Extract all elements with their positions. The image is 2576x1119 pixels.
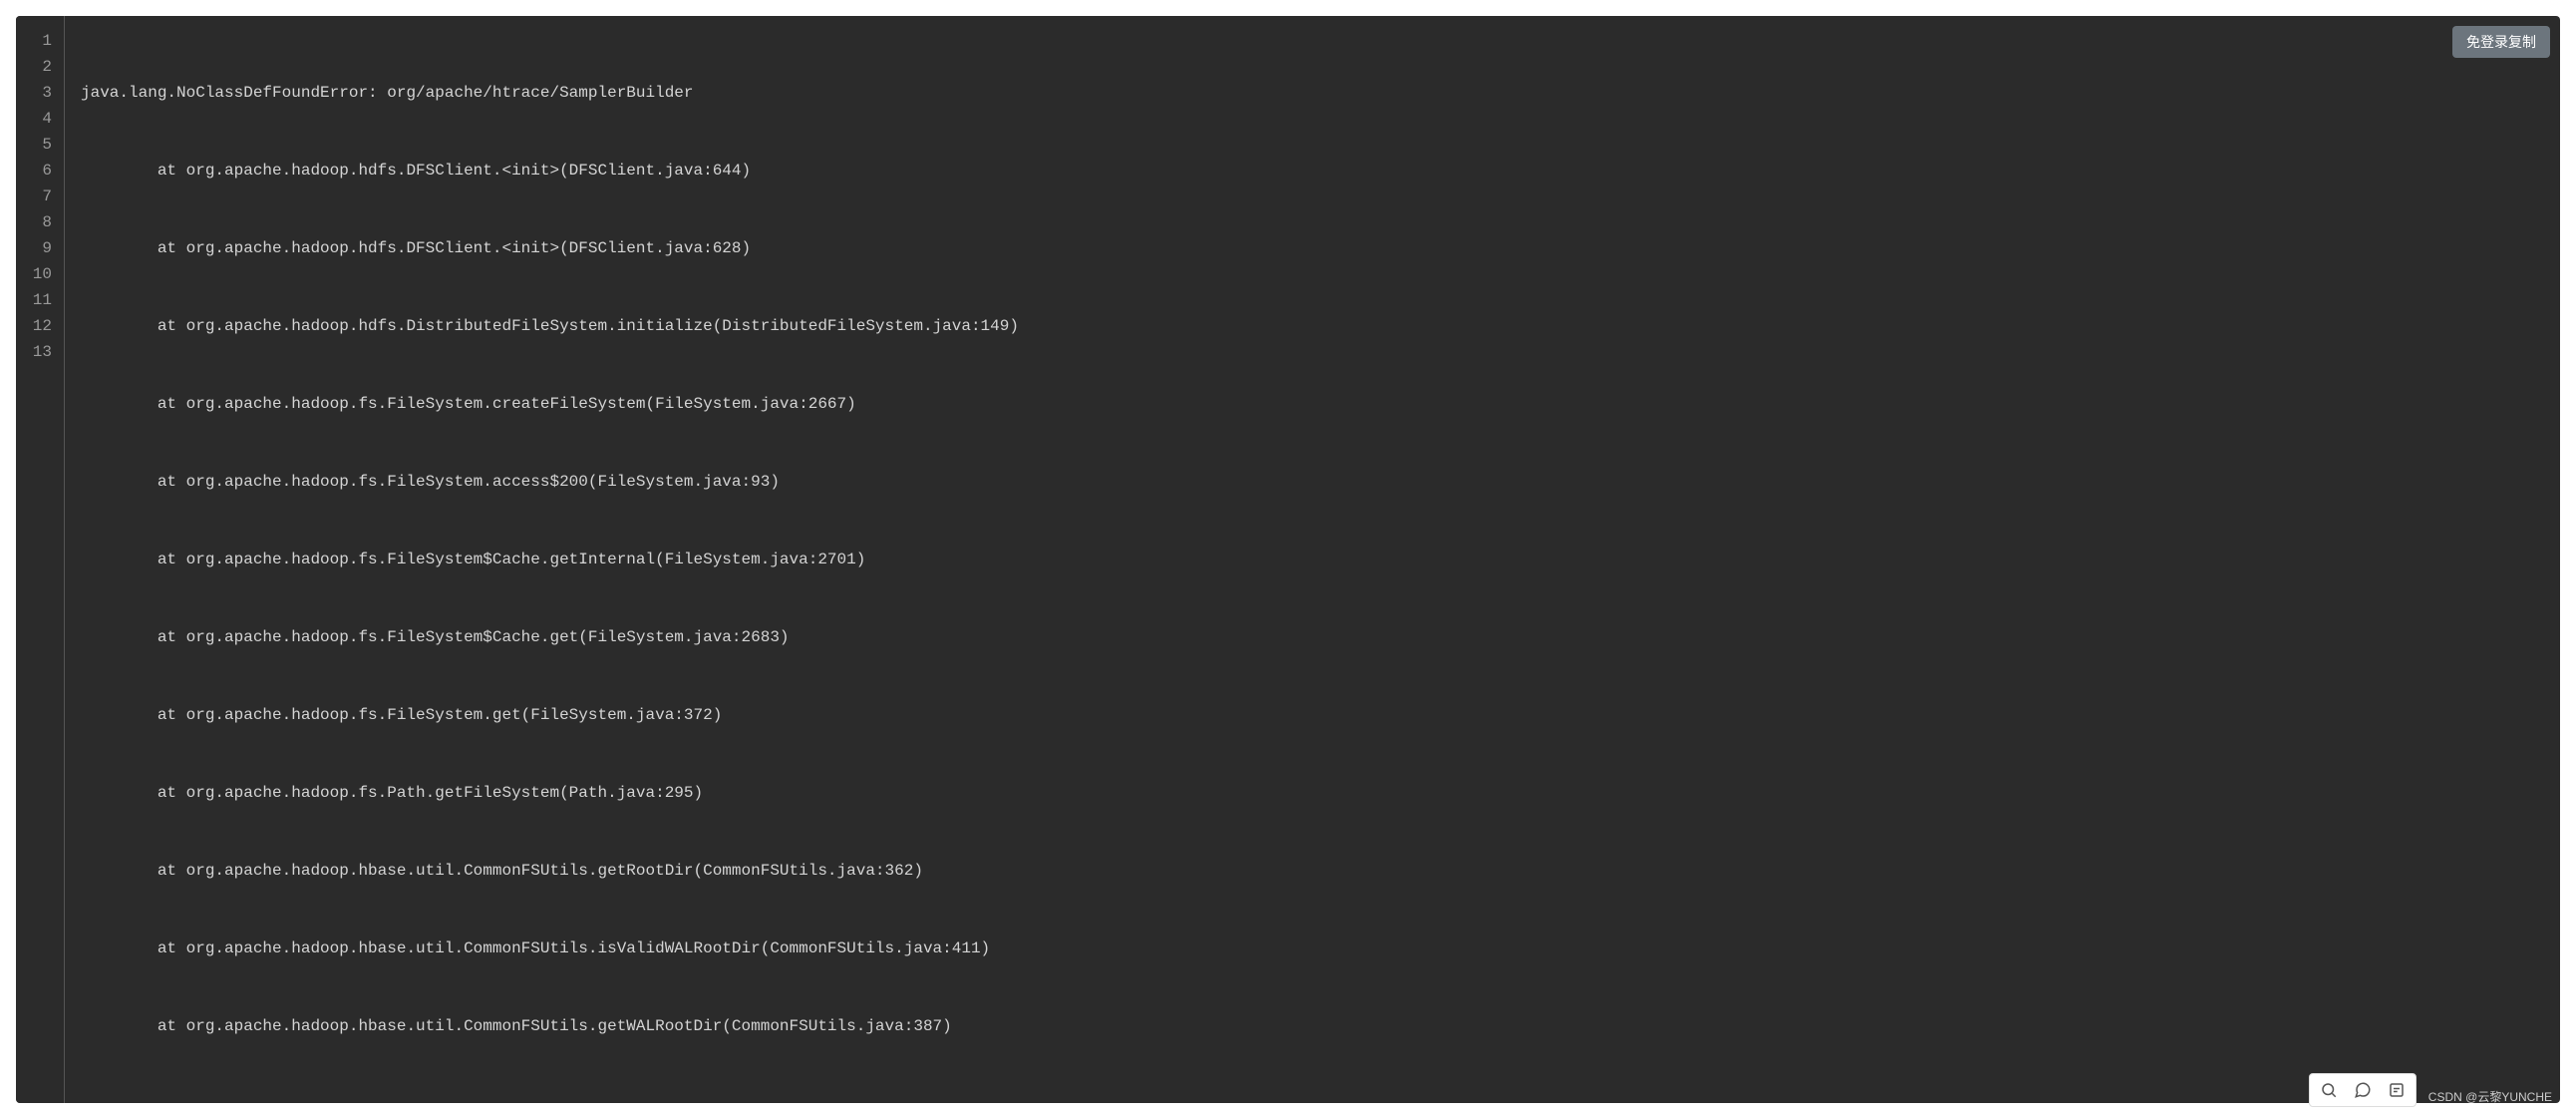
comment-icon[interactable] xyxy=(2346,1076,2380,1104)
code-line: at org.apache.hadoop.hdfs.DFSClient.<ini… xyxy=(81,158,2544,184)
code-line: at org.apache.hadoop.fs.FileSystem$Cache… xyxy=(81,547,2544,572)
note-icon[interactable] xyxy=(2380,1076,2414,1104)
code-block: 免登录复制 1 2 3 4 5 6 7 8 9 10 11 12 13 java… xyxy=(16,16,2560,1103)
code-line: at org.apache.hadoop.hbase.util.CommonFS… xyxy=(81,935,2544,961)
code-line: at org.apache.hadoop.hdfs.DFSClient.<ini… xyxy=(81,235,2544,261)
line-number: 1 xyxy=(32,28,52,54)
line-number: 6 xyxy=(32,158,52,184)
watermark: CSDN @云黎YUNCHE xyxy=(2428,1088,2552,1105)
copy-button[interactable]: 免登录复制 xyxy=(2452,26,2550,58)
code-line: at org.apache.hadoop.fs.Path.getFileSyst… xyxy=(81,780,2544,806)
code-line: at org.apache.hadoop.fs.FileSystem$Cache… xyxy=(81,624,2544,650)
code-line: at org.apache.hadoop.hbase.util.CommonFS… xyxy=(81,1013,2544,1039)
code-line: at org.apache.hadoop.fs.FileSystem.get(F… xyxy=(81,702,2544,728)
action-toolbar xyxy=(2309,1073,2416,1107)
code-line: at org.apache.hadoop.hdfs.DistributedFil… xyxy=(81,313,2544,339)
line-number: 2 xyxy=(32,54,52,80)
line-number: 8 xyxy=(32,209,52,235)
line-numbers-gutter: 1 2 3 4 5 6 7 8 9 10 11 12 13 xyxy=(16,16,65,1103)
code-line: at org.apache.hadoop.fs.FileSystem.creat… xyxy=(81,391,2544,417)
code-line: at org.apache.hadoop.hbase.util.CommonFS… xyxy=(81,858,2544,884)
line-number: 10 xyxy=(32,261,52,287)
line-number: 12 xyxy=(32,313,52,339)
line-number: 9 xyxy=(32,235,52,261)
code-content: 1 2 3 4 5 6 7 8 9 10 11 12 13 java.lang.… xyxy=(16,16,2560,1103)
line-number: 3 xyxy=(32,80,52,106)
search-icon[interactable] xyxy=(2312,1076,2346,1104)
code-line: java.lang.NoClassDefFoundError: org/apac… xyxy=(81,80,2544,106)
line-number: 13 xyxy=(32,339,52,365)
line-number: 5 xyxy=(32,132,52,158)
line-number: 7 xyxy=(32,184,52,209)
code-line: at org.apache.hadoop.fs.FileSystem.acces… xyxy=(81,469,2544,495)
code-lines[interactable]: java.lang.NoClassDefFoundError: org/apac… xyxy=(65,16,2560,1103)
line-number: 11 xyxy=(32,287,52,313)
line-number: 4 xyxy=(32,106,52,132)
